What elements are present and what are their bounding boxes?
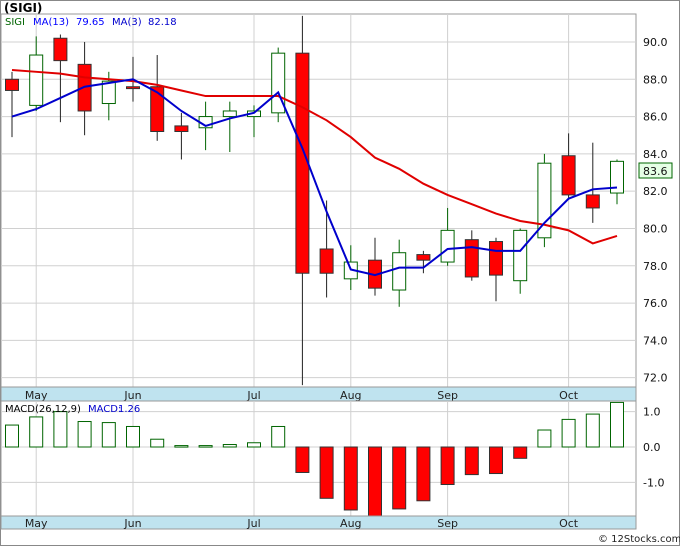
candle xyxy=(271,47,286,123)
macd-month-label: Jul xyxy=(246,517,260,530)
price-month-label: Jun xyxy=(123,389,141,402)
candle-body xyxy=(222,110,237,118)
price-month-label: May xyxy=(25,389,48,402)
legend-symbol: SIGI xyxy=(5,17,25,28)
macd-bar xyxy=(561,418,576,448)
price-tick-label: 82.0 xyxy=(643,185,668,198)
macd-bar xyxy=(53,411,68,448)
candle-body xyxy=(126,86,140,90)
macd-legend-label: MACD(26,12,9) xyxy=(5,404,81,415)
macd-bar xyxy=(295,446,310,473)
candle-body xyxy=(561,155,576,196)
macd-month-label: May xyxy=(25,517,48,530)
legend-ma13-label: MA(13) xyxy=(33,17,69,28)
candle-body xyxy=(53,37,68,62)
price-tick-label: 72.0 xyxy=(643,372,668,385)
macd-bar xyxy=(222,444,237,448)
macd-legend-macd-value: 1.26 xyxy=(118,404,140,415)
macd-bar xyxy=(610,401,624,448)
macd-bar xyxy=(440,446,455,486)
macd-bar xyxy=(392,446,407,510)
macd-month-label: Aug xyxy=(340,517,361,530)
macd-legend-macd-label: MACD: xyxy=(88,404,121,415)
candle-body xyxy=(464,239,479,278)
price-tick-label: 78.0 xyxy=(643,260,668,273)
macd-month-label: Oct xyxy=(559,517,579,530)
candle-body xyxy=(174,125,189,132)
chart-title: (SIGI) xyxy=(4,1,42,15)
price-month-label: Aug xyxy=(340,389,361,402)
macd-bar xyxy=(198,445,213,448)
price-panel: 72.0 74.0 76.0 78.0 80.0 82.0 84.0 86.0 88.0 90.0… xyxy=(0,13,673,402)
candle xyxy=(537,153,552,248)
macd-bar xyxy=(489,446,503,475)
candle-body xyxy=(29,54,44,106)
price-tick-label: 84.0 xyxy=(643,148,668,161)
price-month-strip xyxy=(0,386,637,402)
macd-bar xyxy=(101,422,116,448)
price-tick-label: 76.0 xyxy=(643,297,668,310)
macd-legend: MACD(26,12,9) MACD: 1.26 xyxy=(5,404,140,415)
price-tick-label: 90.0 xyxy=(643,36,668,49)
credit-text: © 12Stocks.com xyxy=(598,534,680,545)
macd-tick-label: 1.0 xyxy=(643,406,661,419)
macd-bar xyxy=(174,445,189,448)
price-month-label: Oct xyxy=(559,389,579,402)
stock-chart: (SIGI) 72.0 74.0 76.0 78.0 80.0 82.0 84.0 86.0 8… xyxy=(0,0,680,546)
macd-bar xyxy=(271,425,286,448)
legend-ma3-value: 82.18 xyxy=(148,17,177,28)
price-month-label: Jul xyxy=(246,389,260,402)
macd-bar xyxy=(29,416,44,448)
candle-body xyxy=(440,229,455,263)
candle-body xyxy=(489,241,503,276)
macd-bar xyxy=(513,446,528,459)
macd-bar xyxy=(150,438,165,448)
candle-body xyxy=(513,229,528,282)
macd-bar xyxy=(368,446,382,518)
macd-bar xyxy=(126,425,140,448)
macd-bar xyxy=(416,446,431,502)
macd-tick-label: -1.0 xyxy=(643,476,664,489)
macd-bar xyxy=(5,424,19,448)
last-price-value: 83.6 xyxy=(643,165,668,178)
macd-month-label: Jun xyxy=(123,517,141,530)
price-tick-label: 74.0 xyxy=(643,334,668,347)
candle-body xyxy=(295,52,310,274)
price-month-label: Sep xyxy=(437,389,458,402)
macd-tick-label: 0.0 xyxy=(643,441,661,454)
macd-bar xyxy=(247,442,261,448)
price-tick-label: 86.0 xyxy=(643,111,668,124)
macd-bar xyxy=(319,446,334,499)
candle-body xyxy=(319,248,334,274)
macd-month-strip xyxy=(0,515,637,530)
macd-bar xyxy=(464,446,479,476)
macd-bar xyxy=(77,421,92,448)
price-tick-label: 80.0 xyxy=(643,222,668,235)
candle-body xyxy=(392,252,407,291)
macd-panel: 1.0 0.0 -1.0 May Jun Jul Aug Sep Oct MACD(26,12… xyxy=(0,400,664,530)
candle-body xyxy=(416,254,431,261)
legend-ma3-label: MA(3) xyxy=(112,17,142,28)
macd-bar xyxy=(537,429,552,448)
candle-body xyxy=(5,78,19,91)
macd-bar xyxy=(343,446,358,511)
candle-body xyxy=(585,194,600,209)
last-price-tag: 83.6 xyxy=(638,162,673,179)
macd-bar xyxy=(585,413,600,448)
macd-plot-area xyxy=(0,400,637,517)
price-tick-label: 88.0 xyxy=(643,73,668,86)
legend-ma13-value: 79.65 xyxy=(76,17,105,28)
macd-month-label: Sep xyxy=(437,517,458,530)
